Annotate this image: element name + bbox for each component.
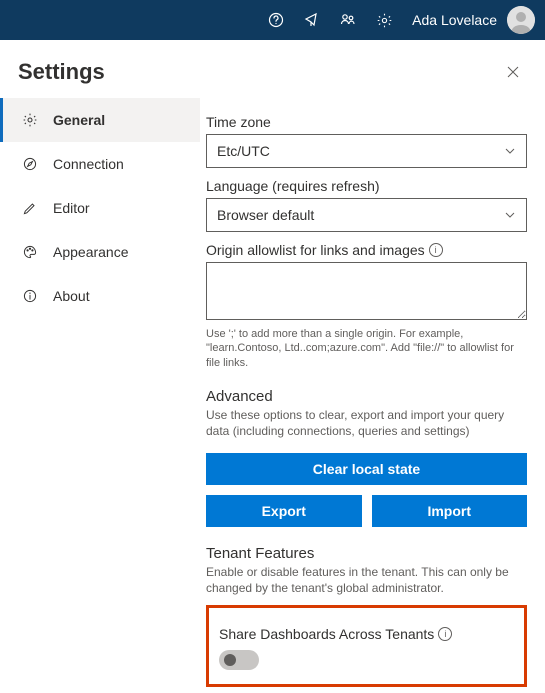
people-icon[interactable] (332, 0, 364, 40)
origin-label: Origin allowlist for links and images i (206, 242, 527, 258)
language-select[interactable]: Browser default (206, 198, 527, 232)
pencil-icon (21, 199, 39, 217)
sidebar-item-about[interactable]: About (0, 274, 200, 318)
advanced-title: Advanced (206, 388, 527, 405)
share-dashboards-label: Share Dashboards Across Tenants i (219, 626, 514, 642)
sidebar-item-general[interactable]: General (0, 98, 200, 142)
close-button[interactable] (499, 58, 527, 86)
share-dashboards-toggle[interactable] (219, 650, 259, 670)
timezone-select[interactable]: Etc/UTC (206, 134, 527, 168)
sidebar-item-appearance[interactable]: Appearance (0, 230, 200, 274)
share-info-icon[interactable]: i (438, 627, 452, 641)
language-label: Language (requires refresh) (206, 178, 527, 194)
advanced-desc: Use these options to clear, export and i… (206, 407, 527, 439)
origin-info-icon[interactable]: i (429, 243, 443, 257)
tenant-features-title: Tenant Features (206, 545, 527, 562)
settings-main: General Connection Editor Appearance Abo… (0, 96, 545, 687)
topbar: Ada Lovelace (0, 0, 545, 40)
username-label: Ada Lovelace (412, 12, 497, 28)
sidebar-item-label: About (53, 288, 90, 304)
sidebar-item-connection[interactable]: Connection (0, 142, 200, 186)
avatar[interactable] (507, 6, 535, 34)
export-button[interactable]: Export (206, 495, 362, 527)
settings-gear-icon[interactable] (368, 0, 400, 40)
page-title: Settings (18, 59, 105, 85)
sidebar-item-label: Appearance (53, 244, 129, 260)
timezone-label: Time zone (206, 114, 527, 130)
sidebar-item-label: Connection (53, 156, 124, 172)
settings-sidebar: General Connection Editor Appearance Abo… (0, 96, 200, 687)
timezone-value: Etc/UTC (217, 143, 270, 159)
import-button[interactable]: Import (372, 495, 528, 527)
compass-icon (21, 155, 39, 173)
toggle-knob (224, 654, 236, 666)
help-icon[interactable] (260, 0, 292, 40)
export-import-row: Export Import (206, 495, 527, 527)
origin-hint: Use ';' to add more than a single origin… (206, 327, 527, 370)
tenant-features-desc: Enable or disable features in the tenant… (206, 564, 527, 596)
info-icon (21, 287, 39, 305)
language-value: Browser default (217, 207, 314, 223)
chevron-down-icon (504, 145, 516, 157)
sidebar-item-label: General (53, 112, 105, 128)
settings-content: Time zone Etc/UTC Language (requires ref… (200, 96, 545, 687)
sidebar-item-label: Editor (53, 200, 90, 216)
chevron-down-icon (504, 209, 516, 221)
palette-icon (21, 243, 39, 261)
page-header: Settings (0, 40, 545, 96)
clear-local-state-button[interactable]: Clear local state (206, 453, 527, 485)
origin-allowlist-input[interactable] (206, 262, 527, 320)
tenant-highlight-box: Share Dashboards Across Tenants i (206, 605, 527, 687)
feedback-icon[interactable] (296, 0, 328, 40)
sidebar-item-editor[interactable]: Editor (0, 186, 200, 230)
gear-icon (21, 111, 39, 129)
